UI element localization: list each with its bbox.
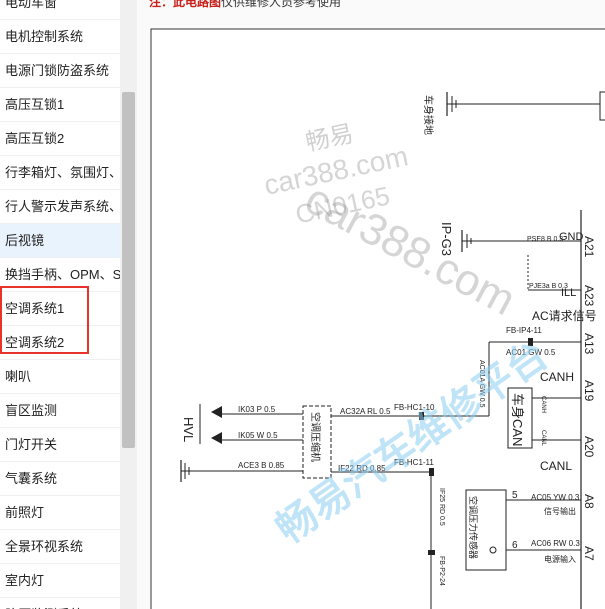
nav-item[interactable]: 高压互锁1	[0, 88, 120, 122]
fb-hc1-10-label: FB-HC1-10	[394, 403, 435, 412]
wire-ac05-label: AC05 YW 0.3	[531, 493, 580, 502]
connector-hc1-10	[419, 412, 424, 420]
pin-a21: A21	[582, 236, 596, 258]
pin-gnd-label: GND	[559, 231, 584, 243]
nav-item[interactable]: 空调系统2	[0, 326, 120, 360]
nav-item[interactable]: 盲区监测	[0, 394, 120, 428]
wire-if25-label: IF25 RD 0.5	[438, 488, 445, 526]
sensor-sig-out: 信号输出	[544, 506, 576, 516]
nav-item[interactable]: 电源门锁防盗系统	[0, 54, 120, 88]
nav-item[interactable]: 空调系统1	[0, 292, 120, 326]
body-ground-label: 车身接地	[422, 95, 435, 135]
wire-ik03-label: IK03 P 0.5	[238, 405, 276, 414]
pin-a19: A19	[582, 380, 596, 402]
canl-label: CANL	[540, 459, 572, 473]
ac-signal-label: AC请求信号	[532, 309, 597, 323]
fb-hc1-11-label: FB-HC1-11	[394, 458, 434, 467]
sensor-sig-in: 电源输入	[544, 554, 576, 564]
nav-item[interactable]: 行李箱灯、氛围灯、	[0, 156, 120, 190]
nav-item[interactable]: 电动车窗	[0, 0, 120, 20]
ip-g3-label: IP-G3	[439, 222, 454, 256]
wire-if22-label: IF22 RD 0.85	[338, 464, 386, 473]
sensor-pin-5: 5	[512, 490, 518, 501]
wire-ik05-label: IK05 W 0.5	[238, 431, 278, 440]
wiring-diagram: 车身接地 IP-G3 PSE8 B 0.3 GND A21 PJE3a B 0.…	[150, 28, 605, 609]
sensor-pin-6: 6	[512, 540, 518, 551]
sensor-label: 空调压力传感器	[468, 496, 479, 559]
nav-item[interactable]: 行人警示发声系统、	[0, 190, 120, 224]
nav-item[interactable]: 电机控制系统	[0, 20, 120, 54]
nav-item[interactable]: 胎压监测系统	[0, 598, 120, 609]
nav-item[interactable]: 换挡手柄、OPM、S	[0, 258, 120, 292]
nav-item[interactable]: 门灯开关	[0, 428, 120, 462]
pin-a7: A7	[582, 546, 596, 561]
compressor-label: 空调压缩机	[309, 412, 322, 462]
wire-ac06-label: AC06 RW 0.3	[531, 539, 580, 548]
wire-ac01a-label: AC01A GW 0.5	[478, 360, 485, 408]
hvl-label: HVL	[181, 417, 196, 442]
nav-item[interactable]: 高压互锁2	[0, 122, 120, 156]
nav-item[interactable]: 室内灯	[0, 564, 120, 598]
nav-item[interactable]: 全景环视系统	[0, 530, 120, 564]
wire-ace3-label: ACE3 B 0.85	[238, 461, 285, 470]
wire-ac32a-label: AC32A RL 0.5	[340, 407, 391, 416]
scrollbar-thumb[interactable]	[122, 92, 135, 448]
can-bus-label: 车身CAN	[510, 393, 525, 446]
pin-ill-label: ILL	[561, 287, 576, 299]
pin-a20: A20	[582, 436, 596, 458]
nav-item-active[interactable]: 后视镜	[0, 224, 120, 258]
can-h-small: CANH	[540, 396, 546, 413]
pin-a8: A8	[582, 494, 596, 509]
can-l-small: CANL	[540, 430, 546, 447]
sidebar-nav: 电动车窗 电机控制系统 电源门锁防盗系统 高压互锁1 高压互锁2 行李箱灯、氛围…	[0, 0, 120, 609]
wire-gnd-label: PSE8 B 0.3	[527, 236, 563, 243]
fb-ip4-label: FB-IP4-11	[506, 326, 542, 335]
canh-label: CANH	[540, 370, 574, 384]
pin-a13: A13	[582, 333, 596, 355]
connector-p2-24	[428, 550, 435, 555]
nav-item[interactable]: 喇叭	[0, 360, 120, 394]
nav-item[interactable]: 气囊系统	[0, 462, 120, 496]
nav-item[interactable]: 前照灯	[0, 496, 120, 530]
pin-a23: A23	[582, 285, 596, 307]
wire-ac01-label: AC01 GW 0.5	[506, 348, 556, 357]
fb-p2-24-label: FB-P2-24	[438, 556, 445, 586]
